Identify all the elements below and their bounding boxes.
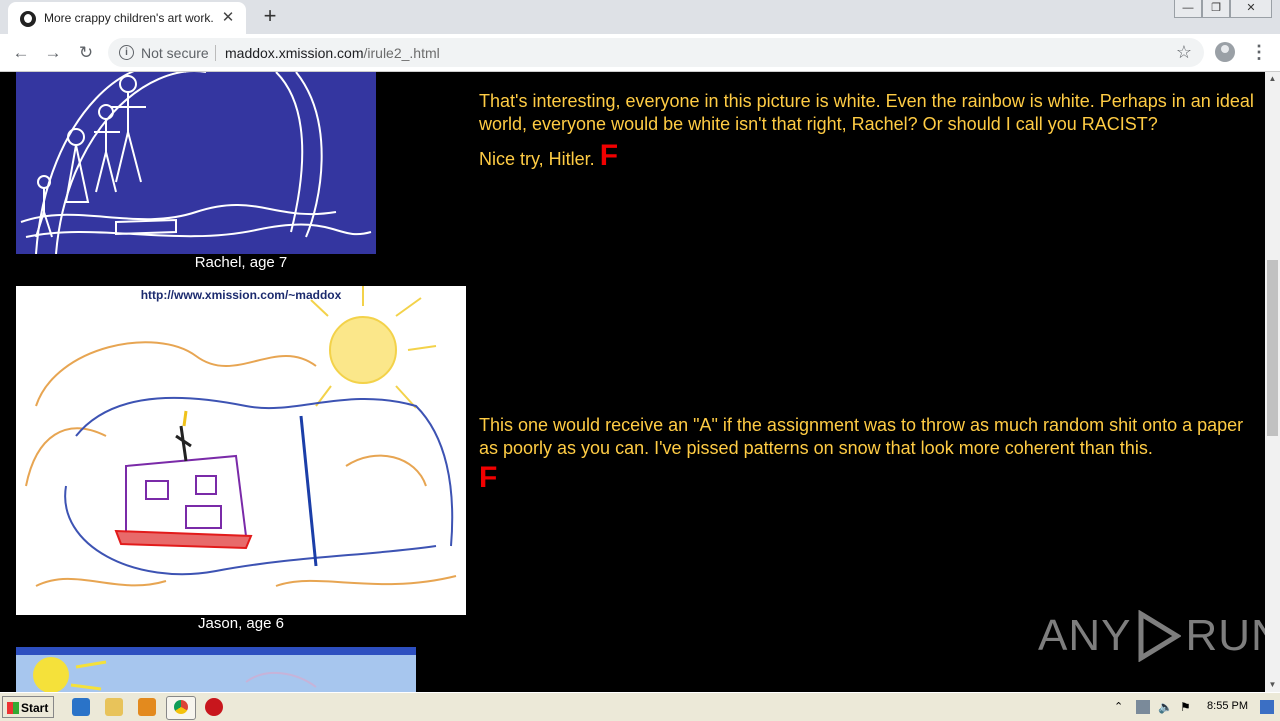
- minimize-button[interactable]: —: [1174, 0, 1202, 18]
- windows-taskbar: Start ⌃ 🔈 ⚑ 8:55 PM: [0, 692, 1280, 721]
- address-separator: [215, 45, 216, 61]
- rachel-comment-line2: Nice try, Hitler. F: [479, 141, 1259, 171]
- rachel-comment-text2: Nice try, Hitler.: [479, 149, 595, 169]
- jason-comment-text: This one would receive an "A" if the ass…: [479, 415, 1244, 458]
- url-text[interactable]: maddox.xmission.com/irule2_.html: [225, 45, 440, 61]
- tab-strip: More crappy children's art work. ✕ + — ❐…: [0, 0, 1280, 34]
- rachel-grade: F: [599, 139, 619, 172]
- info-icon[interactable]: i: [119, 45, 134, 60]
- jason-comment: This one would receive an "A" if the ass…: [479, 414, 1259, 493]
- tab-title: More crappy children's art work.: [44, 11, 214, 25]
- scroll-up-arrow-icon[interactable]: ▲: [1265, 72, 1280, 86]
- jason-comment-line2: F: [479, 463, 1259, 493]
- internet-explorer-icon[interactable]: [72, 698, 90, 716]
- third-drawing-image: [16, 647, 416, 692]
- url-path: /irule2_.html: [363, 45, 440, 61]
- watermark-left-text: ANY: [1038, 611, 1132, 660]
- show-desktop-icon[interactable]: [1260, 700, 1274, 714]
- url-host: maddox.xmission.com: [225, 45, 364, 61]
- scroll-down-arrow-icon[interactable]: ▼: [1265, 678, 1280, 692]
- browser-menu-icon[interactable]: ⋮: [1250, 42, 1268, 62]
- page-favicon-icon: [20, 11, 36, 27]
- bookmark-star-icon[interactable]: ☆: [1176, 42, 1192, 63]
- forward-button[interactable]: →: [42, 42, 64, 64]
- start-label: Start: [21, 701, 49, 715]
- start-button[interactable]: Start: [2, 696, 54, 718]
- windows-logo-icon: [7, 702, 19, 714]
- tab-close-icon[interactable]: ✕: [218, 8, 238, 28]
- taskbar-clock[interactable]: 8:55 PM: [1207, 700, 1248, 712]
- rachel-comment: That's interesting, everyone in this pic…: [479, 90, 1259, 171]
- jason-caption: Jason, age 6: [198, 615, 284, 632]
- reload-button[interactable]: ↻: [75, 42, 97, 64]
- page-content: Rachel, age 7 That's interesting, everyo…: [0, 72, 1265, 692]
- chrome-taskbar-button[interactable]: [166, 696, 196, 720]
- jason-grade: F: [479, 461, 498, 494]
- close-window-button[interactable]: ✕: [1230, 0, 1272, 18]
- new-tab-button[interactable]: +: [258, 5, 282, 29]
- jason-drawing-image: http://www.xmission.com/~maddox: [16, 286, 466, 615]
- page-scrollbar[interactable]: ▲ ▼: [1265, 72, 1280, 692]
- system-tray: ⌃ 🔈 ⚑ 8:55 PM: [1108, 695, 1280, 719]
- browser-toolbar: ← → ↻ i Not secure maddox.xmission.com/i…: [0, 34, 1280, 72]
- maximize-button[interactable]: ❐: [1202, 0, 1230, 18]
- rachel-caption: Rachel, age 7: [194, 254, 288, 271]
- window-controls: — ❐ ✕: [1174, 0, 1272, 20]
- volume-icon[interactable]: 🔈: [1158, 700, 1173, 714]
- media-player-icon[interactable]: [138, 698, 156, 716]
- jason-image-watermark-text: http://www.xmission.com/~maddox: [140, 288, 342, 302]
- tray-expand-icon[interactable]: ⌃: [1114, 700, 1128, 714]
- network-icon[interactable]: [1136, 700, 1150, 714]
- watermark-right-text: RUN: [1185, 611, 1265, 660]
- file-explorer-icon[interactable]: [105, 698, 123, 716]
- scroll-thumb[interactable]: [1267, 260, 1278, 436]
- security-label: Not secure: [141, 45, 209, 61]
- back-button[interactable]: ←: [10, 42, 32, 64]
- address-bar[interactable]: i Not secure maddox.xmission.com/irule2_…: [108, 38, 1204, 67]
- rachel-comment-text: That's interesting, everyone in this pic…: [479, 91, 1254, 134]
- profile-avatar-icon[interactable]: [1215, 42, 1235, 62]
- watermark-play-icon: [1138, 610, 1182, 662]
- chrome-icon: [174, 700, 188, 714]
- opera-icon[interactable]: [205, 698, 223, 716]
- anyrun-watermark: ANY RUN: [1038, 610, 1265, 662]
- browser-chrome: More crappy children's art work. ✕ + — ❐…: [0, 0, 1280, 72]
- tab-active[interactable]: More crappy children's art work. ✕: [8, 2, 246, 34]
- action-center-flag-icon[interactable]: ⚑: [1180, 700, 1194, 714]
- rachel-drawing-image: [16, 72, 376, 254]
